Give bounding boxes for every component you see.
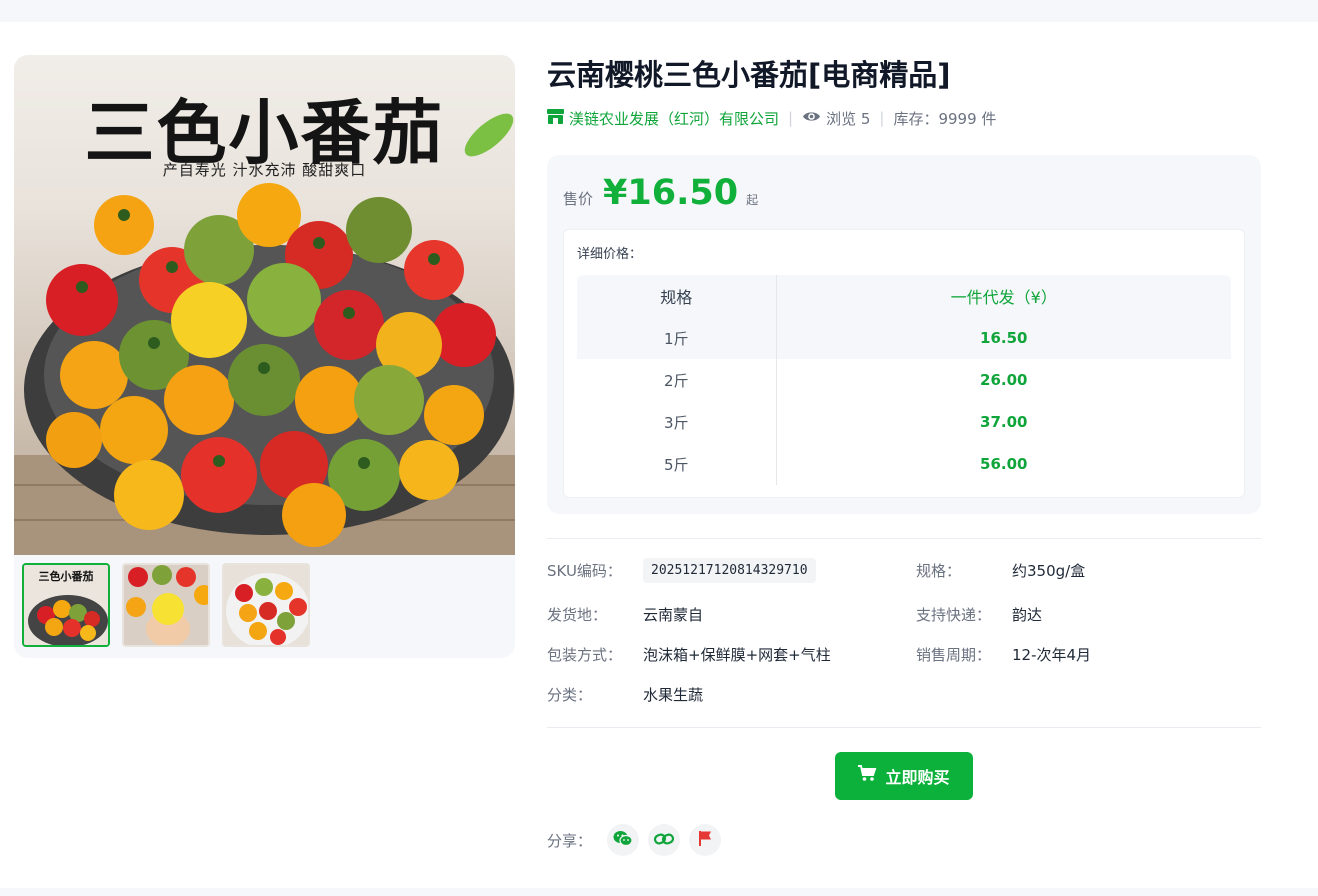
price-detail-card: 详细价格： 规格 一件代发（¥） 1斤 16.50 2斤 26.00 3斤 37… [563, 229, 1245, 498]
product-meta: 渼链农业发展（红河）有限公司 | 浏览 5 | 库存：9999 件 [547, 107, 1261, 129]
main-product-image: 三色小番茄 产自寿光 汁水充沛 酸甜爽口 [14, 55, 515, 555]
share-wechat-button[interactable] [607, 824, 639, 856]
sku-field: SKU编码： 20251217120814329710 [547, 558, 816, 583]
thumbnail-caption: 三色小番茄 [38, 570, 94, 583]
category-label: 分类： [547, 686, 593, 704]
season-field: 销售周期： 12-次年4月 [916, 644, 1091, 665]
express-value: 韵达 [1012, 606, 1043, 624]
eye-icon [802, 109, 821, 127]
thumbnail-2[interactable] [122, 563, 210, 647]
share-link-button[interactable] [648, 824, 680, 856]
store-icon [547, 108, 564, 128]
image-tagline: 产自寿光 汁水充沛 酸甜爽口 [162, 161, 367, 179]
views-label: 浏览 5 [826, 109, 871, 128]
row-price: 56.00 [980, 455, 1028, 473]
divider [547, 727, 1261, 728]
price-detail-label: 详细价格： [577, 247, 643, 262]
row-price: 26.00 [980, 371, 1028, 389]
category-value: 水果生蔬 [643, 686, 704, 704]
spec-field: 规格： 约350g/盒 [916, 560, 1085, 581]
share-label: 分享： [547, 831, 593, 850]
report-button[interactable] [689, 824, 721, 856]
divider [547, 538, 1261, 539]
express-label: 支持快递： [916, 606, 992, 624]
header-spec: 规格 [577, 275, 777, 317]
price-value: ¥16.50 [603, 173, 739, 213]
packing-value: 泡沫箱+保鲜膜+网套+气柱 [643, 646, 831, 664]
express-field: 支持快递： 韵达 [916, 604, 1042, 625]
link-icon [653, 831, 675, 850]
views-count: 浏览 5 [802, 108, 870, 129]
origin-value: 云南蒙自 [643, 606, 704, 624]
thumbnail-3[interactable] [222, 563, 310, 647]
price-suffix: 起 [746, 193, 759, 207]
thumbnail-strip: 三色小番茄 [22, 563, 310, 649]
stock-label: 库存：9999 件 [893, 109, 997, 128]
price-row: 售价 ¥16.50 起 [563, 173, 758, 213]
row-spec: 3斤 [577, 401, 777, 443]
season-label: 销售周期： [916, 646, 992, 664]
packing-field: 包装方式： 泡沫箱+保鲜膜+网套+气柱 [547, 644, 831, 665]
price-label: 售价 [563, 190, 594, 208]
row-price: 37.00 [980, 413, 1028, 431]
product-gallery: 三色小番茄 产自寿光 汁水充沛 酸甜爽口 三色小番茄 [14, 55, 515, 658]
sku-value: 20251217120814329710 [643, 558, 816, 583]
spec-label: 规格： [916, 562, 962, 580]
category-field: 分类： 水果生蔬 [547, 684, 703, 705]
company-link[interactable]: 渼链农业发展（红河）有限公司 [547, 108, 779, 129]
spec-value: 约350g/盒 [1012, 562, 1086, 580]
origin-label: 发货地： [547, 606, 608, 624]
buy-now-button[interactable]: 立即购买 [835, 752, 973, 800]
price-panel: 售价 ¥16.50 起 详细价格： 规格 一件代发（¥） 1斤 16.50 2斤… [547, 155, 1261, 514]
row-spec: 2斤 [577, 359, 777, 401]
thumbnail-1[interactable]: 三色小番茄 [22, 563, 110, 647]
season-value: 12-次年4月 [1012, 646, 1092, 664]
company-name: 渼链农业发展（红河）有限公司 [569, 109, 780, 128]
table-row: 5斤 56.00 [577, 443, 1231, 485]
row-price: 16.50 [776, 317, 1231, 359]
origin-field: 发货地： 云南蒙自 [547, 604, 703, 625]
row-spec: 1斤 [577, 317, 777, 359]
price-table-header: 规格 一件代发（¥） [577, 275, 1231, 317]
cart-icon [858, 765, 877, 787]
flag-icon [697, 830, 713, 850]
price-table: 规格 一件代发（¥） 1斤 16.50 2斤 26.00 3斤 37.00 5斤… [577, 275, 1231, 485]
bottom-bar [0, 888, 1318, 896]
packing-label: 包装方式： [547, 646, 623, 664]
header-price: 一件代发（¥） [776, 275, 1231, 317]
product-info: 云南樱桃三色小番茄[电商精品] 渼链农业发展（红河）有限公司 | 浏览 5 | … [547, 55, 1261, 856]
share-bar: 分享： [547, 824, 730, 856]
wechat-icon [613, 830, 633, 851]
meta-separator: | [788, 109, 794, 127]
table-row: 2斤 26.00 [577, 359, 1231, 401]
table-row: 1斤 16.50 [577, 317, 1231, 359]
table-row: 3斤 37.00 [577, 401, 1231, 443]
row-spec: 5斤 [577, 443, 777, 485]
meta-separator: | [879, 109, 885, 127]
top-bar [0, 0, 1318, 22]
product-title: 云南樱桃三色小番茄[电商精品] [547, 58, 951, 92]
buy-now-label: 立即购买 [885, 770, 950, 787]
sku-label: SKU编码： [547, 562, 622, 580]
